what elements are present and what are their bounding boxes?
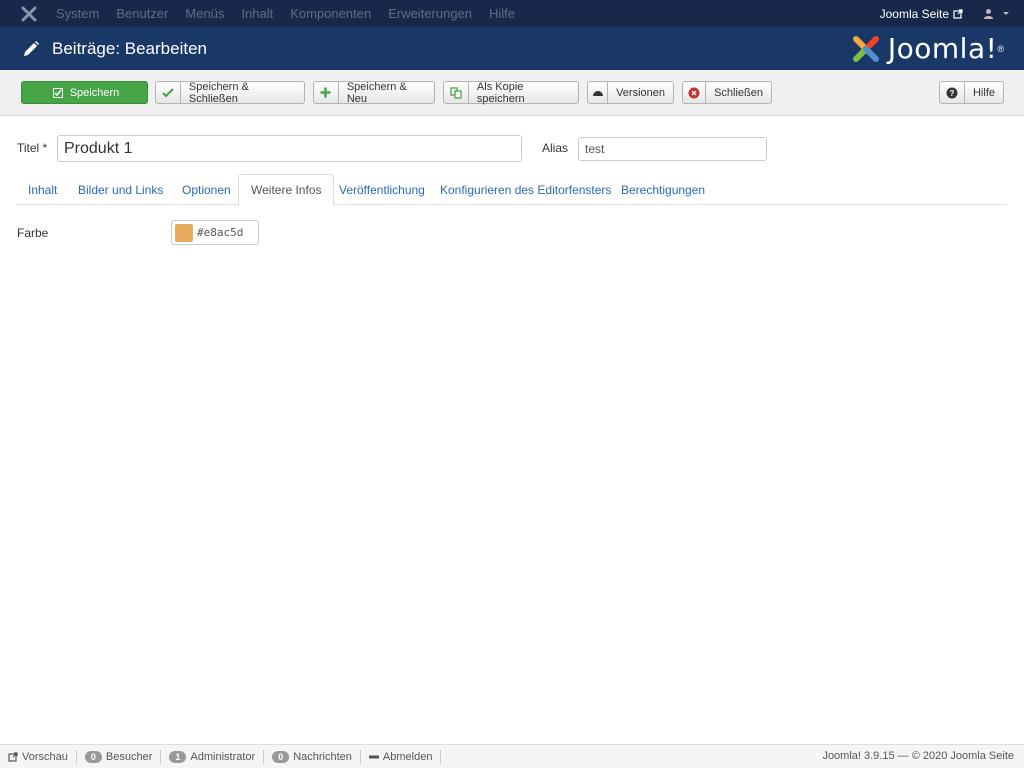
svg-text:?: ? xyxy=(950,89,955,98)
status-bar: Vorschau 0 Besucher 1 Administrator 0 Na… xyxy=(0,744,1024,768)
close-label: Schließen xyxy=(714,86,763,99)
copyright-label: © 2020 Joomla Seite xyxy=(911,750,1014,762)
tab-publishing[interactable]: Veröffentlichung xyxy=(327,174,437,205)
save-new-label: Speichern & Neu xyxy=(346,80,407,105)
admin-label: Administrator xyxy=(190,750,256,763)
user-icon xyxy=(984,9,993,19)
save-copy-label: Als Kopie speichern xyxy=(476,80,525,105)
minus-icon xyxy=(368,755,379,758)
version-copyright: Joomla! 3.9.15 — © 2020 Joomla Seite xyxy=(822,750,1014,762)
save-label: Speichern xyxy=(69,86,120,99)
menu-help[interactable]: Hilfe xyxy=(489,6,515,21)
versions-icon xyxy=(588,82,609,103)
tab-options[interactable]: Optionen xyxy=(170,174,243,205)
tab-content[interactable]: Inhalt xyxy=(16,174,69,205)
preview-link[interactable]: Vorschau xyxy=(0,749,77,764)
color-picker-field[interactable]: #e8ac5d xyxy=(171,220,259,245)
user-menu[interactable] xyxy=(983,8,1010,19)
menu-content[interactable]: Inhalt xyxy=(241,6,273,21)
version-label: Joomla! 3.9.15 xyxy=(822,750,895,762)
help-button[interactable]: ? Hilfe xyxy=(939,81,1004,104)
close-icon xyxy=(683,82,707,103)
external-link-icon xyxy=(953,8,963,19)
color-value: #e8ac5d xyxy=(197,226,244,239)
menu-extensions[interactable]: Erweiterungen xyxy=(388,6,472,21)
page-title: Beiträge: Bearbeiten xyxy=(52,38,207,58)
menu-components[interactable]: Komponenten xyxy=(290,6,371,21)
tab-permissions[interactable]: Berechtigungen xyxy=(609,174,717,205)
pencil-icon xyxy=(24,40,39,56)
registered-mark: ® xyxy=(997,43,1004,54)
logout-label: Abmelden xyxy=(382,750,433,763)
caret-down-icon xyxy=(1003,11,1009,15)
admin-item: 1 Administrator xyxy=(161,749,265,764)
save-close-label: Speichern & Schließen xyxy=(188,80,249,105)
save-close-button[interactable]: Speichern & Schließen xyxy=(155,80,305,105)
site-link-label: Joomla Seite xyxy=(879,6,949,21)
title-input[interactable]: Produkt 1 xyxy=(57,135,522,162)
preview-label: Vorschau xyxy=(22,750,68,763)
visitors-label: Besucher xyxy=(105,750,153,763)
logout-link[interactable]: Abmelden xyxy=(361,749,442,764)
edit-tabs: Inhalt Bilder und Links Optionen Weitere… xyxy=(16,174,1007,206)
menu-menus[interactable]: Menüs xyxy=(185,6,224,21)
alias-label: Alias xyxy=(542,141,569,155)
color-label: Farbe xyxy=(17,226,49,240)
color-swatch[interactable] xyxy=(175,223,193,242)
version-separator: — xyxy=(897,750,909,762)
menu-system[interactable]: System xyxy=(56,6,99,21)
joomla-brand: Joomla! ® xyxy=(850,32,1004,65)
alias-input[interactable]: test xyxy=(578,137,767,161)
site-link[interactable]: Joomla Seite xyxy=(880,7,963,21)
top-navbar: System Benutzer Menüs Inhalt Komponenten… xyxy=(0,0,1024,27)
admin-count-badge: 1 xyxy=(169,750,187,763)
tab-more-info[interactable]: Weitere Infos xyxy=(238,174,335,206)
visitors-count-badge: 0 xyxy=(84,750,102,763)
title-label: Titel * xyxy=(17,141,48,155)
messages-item[interactable]: 0 Nachrichten xyxy=(264,749,361,764)
versions-button[interactable]: Versionen xyxy=(587,81,674,104)
external-link-icon xyxy=(8,751,18,762)
page-header: Beiträge: Bearbeiten Joomla! ® xyxy=(0,27,1024,70)
save-copy-button[interactable]: Als Kopie speichern xyxy=(443,80,579,105)
visitors-item: 0 Besucher xyxy=(77,749,162,764)
save-icon xyxy=(50,82,66,103)
save-new-button[interactable]: Speichern & Neu xyxy=(313,80,435,105)
joomla-wordmark: Joomla! xyxy=(887,32,998,65)
tab-images-links[interactable]: Bilder und Links xyxy=(66,174,175,205)
save-button[interactable]: Speichern xyxy=(21,81,148,104)
alias-input-value: test xyxy=(585,142,605,156)
help-icon: ? xyxy=(940,82,965,103)
title-input-value: Produkt 1 xyxy=(64,139,133,157)
tab-editor-config[interactable]: Konfigurieren des Editorfensters xyxy=(428,174,623,205)
plus-icon xyxy=(314,82,339,103)
joomla-brand-logo xyxy=(852,35,879,62)
messages-count-badge: 0 xyxy=(272,750,290,763)
menu-users[interactable]: Benutzer xyxy=(116,6,168,21)
toolbar: Speichern Speichern & Schließen Speicher… xyxy=(0,70,1024,116)
versions-label: Versionen xyxy=(616,86,665,99)
joomla-logo-icon[interactable] xyxy=(12,0,46,27)
check-icon xyxy=(156,82,181,103)
copy-icon xyxy=(444,82,469,103)
main-menu: System Benutzer Menüs Inhalt Komponenten… xyxy=(56,6,532,21)
help-label: Hilfe xyxy=(972,86,995,99)
messages-label: Nachrichten xyxy=(293,750,352,763)
close-button[interactable]: Schließen xyxy=(682,81,772,104)
